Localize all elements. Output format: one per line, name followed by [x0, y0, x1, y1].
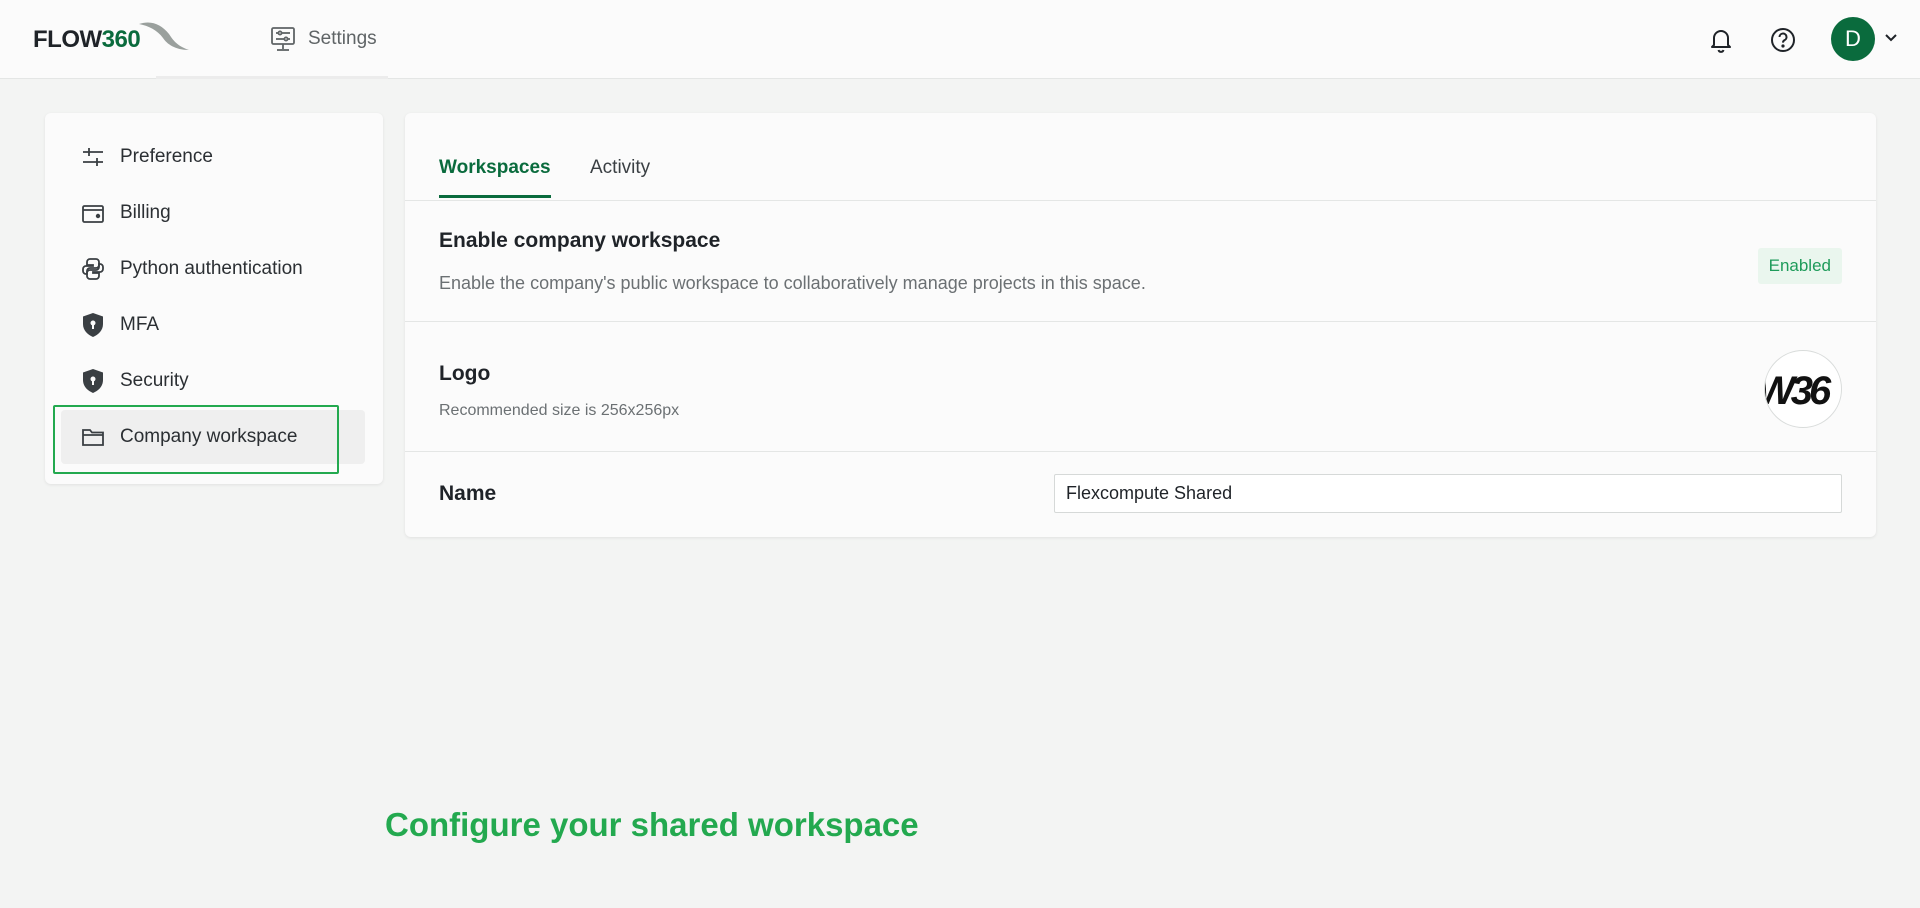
sidebar-item-label: Preference	[120, 146, 213, 167]
caption-text: Configure your shared workspace	[385, 806, 919, 843]
shield-lock-icon	[80, 368, 106, 394]
sidebar-item-preference[interactable]: Preference	[61, 130, 365, 184]
chevron-down-icon[interactable]	[1883, 30, 1899, 46]
flow360-logo[interactable]: FLOW360	[33, 20, 189, 56]
sidebar-item-label: MFA	[120, 314, 160, 335]
shield-lock-icon	[80, 312, 106, 338]
sidebar-item-billing[interactable]: Billing	[61, 186, 365, 240]
folder-icon	[80, 424, 106, 450]
enable-workspace-title: Enable company workspace	[439, 229, 721, 252]
status-badge[interactable]: Enabled	[1757, 248, 1842, 284]
sidebar-item-company-workspace[interactable]: Company workspace	[61, 410, 365, 464]
name-label: Name	[439, 482, 497, 505]
tab-workspaces[interactable]: Workspaces	[439, 157, 551, 198]
bell-icon	[1711, 30, 1731, 53]
user-avatar[interactable]: D	[1831, 17, 1875, 61]
logo-preview[interactable]: W36	[1764, 350, 1842, 428]
logo-title: Logo	[439, 362, 491, 385]
tab-bar: Workspaces Activity	[405, 113, 1876, 201]
monitor-settings-icon	[271, 27, 295, 51]
help-circle-icon	[1771, 28, 1795, 52]
sidebar-item-label: Security	[120, 370, 189, 391]
notifications-button[interactable]	[1705, 24, 1737, 56]
logo-preview-text: W36	[1764, 369, 1831, 413]
sidebar-item-mfa[interactable]: MFA	[61, 298, 365, 352]
top-bar: FLOW360 Settings D	[0, 0, 1920, 79]
logo-swoosh-icon	[139, 22, 189, 50]
enable-workspace-description: Enable the company's public workspace to…	[439, 273, 1146, 293]
tab-activity[interactable]: Activity	[590, 157, 650, 195]
name-section: Name	[405, 452, 1876, 537]
settings-nav-item[interactable]: Settings	[270, 24, 377, 54]
wallet-icon	[80, 200, 106, 226]
enable-workspace-section: Enable company workspace Enable the comp…	[405, 201, 1876, 322]
logo-description: Recommended size is 256x256px	[439, 402, 680, 419]
python-icon	[80, 256, 106, 282]
sidebar-item-label: Company workspace	[120, 426, 298, 447]
settings-sidebar: Preference Billing Python authentication	[45, 113, 383, 484]
sidebar-item-label: Billing	[120, 202, 171, 223]
sidebar-item-python-authentication[interactable]: Python authentication	[61, 242, 365, 296]
workspace-settings-panel: Workspaces Activity Enable company works…	[405, 113, 1876, 537]
workspace-name-input[interactable]	[1054, 474, 1842, 513]
logo-number: 360	[101, 26, 141, 53]
nav-divider	[156, 76, 388, 79]
settings-nav-label: Settings	[308, 28, 377, 49]
sidebar-item-security[interactable]: Security	[61, 354, 365, 408]
sliders-icon	[80, 144, 106, 170]
sidebar-item-label: Python authentication	[120, 258, 303, 279]
help-button[interactable]	[1767, 24, 1799, 56]
avatar-initial: D	[1845, 26, 1861, 51]
logo-section: Logo Recommended size is 256x256px W36	[405, 322, 1876, 452]
logo-word: FLOW	[33, 26, 102, 53]
